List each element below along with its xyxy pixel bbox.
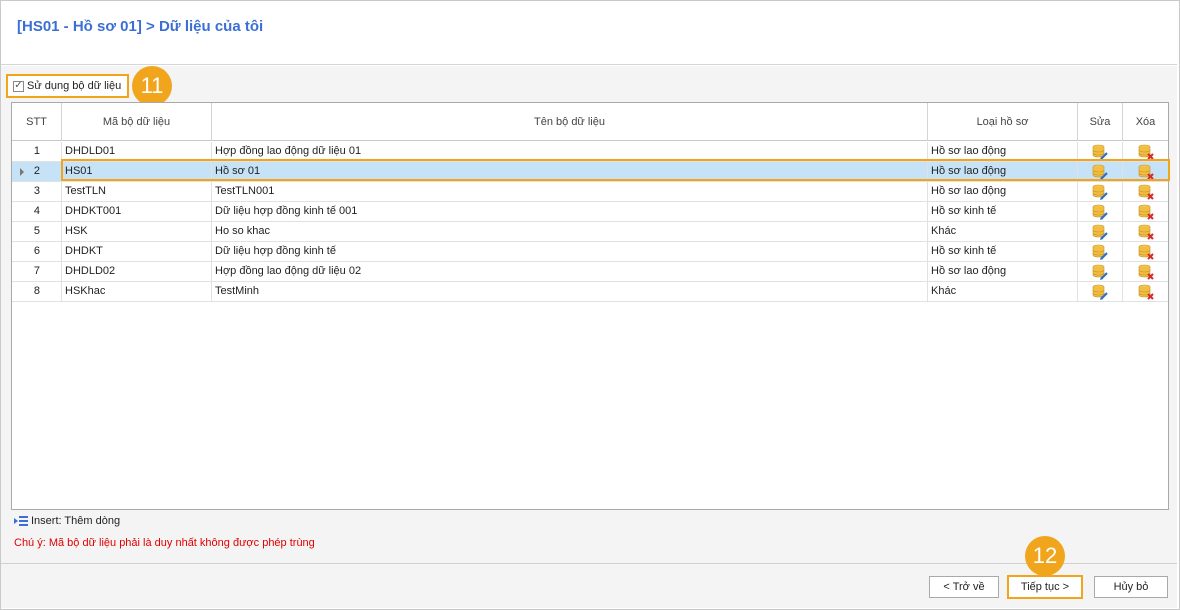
column-header-code[interactable]: Mã bộ dữ liệu: [62, 103, 212, 141]
edit-dataset-icon[interactable]: [1078, 262, 1123, 281]
cancel-button[interactable]: Hủy bỏ: [1094, 576, 1168, 598]
cell-code[interactable]: HS01: [62, 162, 212, 181]
cell-code[interactable]: DHDLD02: [62, 262, 212, 281]
column-header-stt[interactable]: STT: [12, 103, 62, 141]
cell-type[interactable]: Khác: [928, 282, 1078, 301]
delete-dataset-icon[interactable]: [1123, 202, 1168, 221]
cell-type[interactable]: Hồ sơ kinh tế: [928, 242, 1078, 261]
cell-code[interactable]: DHDLD01: [62, 142, 212, 161]
edit-dataset-icon[interactable]: [1078, 242, 1123, 261]
delete-dataset-icon[interactable]: [1123, 282, 1168, 301]
cell-name[interactable]: Dữ liệu hợp đồng kinh tế 001: [212, 202, 928, 221]
delete-dataset-icon[interactable]: [1123, 222, 1168, 241]
edit-dataset-icon[interactable]: [1078, 162, 1123, 181]
back-button[interactable]: < Trở về: [929, 576, 999, 598]
cell-type[interactable]: Hồ sơ lao động: [928, 142, 1078, 161]
insert-hint: Insert: Thêm dòng: [14, 515, 120, 527]
cell-type[interactable]: Hồ sơ kinh tế: [928, 202, 1078, 221]
checkbox-checked-icon[interactable]: ✓: [13, 80, 24, 92]
cell-stt: 2: [12, 162, 62, 181]
edit-dataset-icon[interactable]: [1078, 222, 1123, 241]
table-row[interactable]: 4 DHDKT001 Dữ liệu hợp đồng kinh tế 001 Hồ …: [12, 202, 1168, 222]
uniqueness-note: Chú ý: Mã bộ dữ liệu phải là duy nhất kh…: [14, 537, 315, 549]
insert-row-icon: [14, 516, 28, 526]
cell-code[interactable]: DHDKT: [62, 242, 212, 261]
use-dataset-label: Sử dụng bộ dữ liệu: [27, 80, 122, 92]
cell-name[interactable]: Hợp đồng lao động dữ liệu 02: [212, 262, 928, 281]
column-header-type[interactable]: Loại hồ sơ: [928, 103, 1078, 141]
edit-dataset-icon[interactable]: [1078, 182, 1123, 201]
table-row[interactable]: 5 HSK Ho so khac Khác: [12, 222, 1168, 242]
table-row[interactable]: 6 DHDKT Dữ liệu hợp đồng kinh tế Hồ sơ kinh…: [12, 242, 1168, 262]
cell-name[interactable]: TestMinh: [212, 282, 928, 301]
cell-name[interactable]: Hợp đồng lao động dữ liệu 01: [212, 142, 928, 161]
cell-stt: 3: [12, 182, 62, 201]
cell-type[interactable]: Khác: [928, 222, 1078, 241]
edit-dataset-icon[interactable]: [1078, 202, 1123, 221]
column-header-edit[interactable]: Sửa: [1078, 103, 1123, 141]
delete-dataset-icon[interactable]: [1123, 162, 1168, 181]
cell-stt: 1: [12, 142, 62, 161]
cell-name[interactable]: Dữ liệu hợp đồng kinh tế: [212, 242, 928, 261]
cell-code[interactable]: HSKhac: [62, 282, 212, 301]
cell-code[interactable]: TestTLN: [62, 182, 212, 201]
column-header-delete[interactable]: Xóa: [1123, 103, 1168, 141]
cell-code[interactable]: HSK: [62, 222, 212, 241]
cell-name[interactable]: Hồ sơ 01: [212, 162, 928, 181]
cell-type[interactable]: Hồ sơ lao động: [928, 162, 1078, 181]
delete-dataset-icon[interactable]: [1123, 242, 1168, 261]
insert-hint-text: Insert: Thêm dòng: [31, 515, 121, 527]
edit-dataset-icon[interactable]: [1078, 142, 1123, 161]
column-header-name[interactable]: Tên bộ dữ liệu: [212, 103, 928, 141]
edit-dataset-icon[interactable]: [1078, 282, 1123, 301]
cell-type[interactable]: Hồ sơ lao động: [928, 262, 1078, 281]
cell-stt: 5: [12, 222, 62, 241]
step-badge-12: 12: [1025, 536, 1065, 576]
cell-name[interactable]: TestTLN001: [212, 182, 928, 201]
delete-dataset-icon[interactable]: [1123, 182, 1168, 201]
table-row[interactable]: 7 DHDLD02 Hợp đồng lao động dữ liệu 02 Hồ s…: [12, 262, 1168, 282]
step-badge-11: 11: [132, 66, 172, 106]
cell-code[interactable]: DHDKT001: [62, 202, 212, 221]
table-row[interactable]: 3 TestTLN TestTLN001 Hồ sơ lao động: [12, 182, 1168, 202]
delete-dataset-icon[interactable]: [1123, 142, 1168, 161]
delete-dataset-icon[interactable]: [1123, 262, 1168, 281]
dialog-header: [HS01 - Hồ sơ 01] > Dữ liệu của tôi: [1, 1, 1177, 65]
cell-stt: 8: [12, 282, 62, 301]
dialog-footer: [1, 563, 1177, 608]
grid-header: STT Mã bộ dữ liệu Tên bộ dữ liệu Loại hồ…: [12, 103, 1168, 141]
use-dataset-checkbox[interactable]: ✓ Sử dụng bộ dữ liệu: [6, 74, 129, 98]
table-row[interactable]: 2 HS01 Hồ sơ 01 Hồ sơ lao động: [12, 162, 1168, 182]
table-row[interactable]: 8 HSKhac TestMinh Khác: [12, 282, 1168, 302]
next-button[interactable]: Tiếp tục >: [1007, 575, 1083, 599]
cell-stt: 6: [12, 242, 62, 261]
page-title: [HS01 - Hồ sơ 01] > Dữ liệu của tôi: [17, 18, 264, 35]
dataset-grid: STT Mã bộ dữ liệu Tên bộ dữ liệu Loại hồ…: [11, 102, 1169, 510]
cell-stt: 7: [12, 262, 62, 281]
table-row[interactable]: 1 DHDLD01 Hợp đồng lao động dữ liệu 01 Hồ s…: [12, 142, 1168, 162]
cell-stt: 4: [12, 202, 62, 221]
cell-name[interactable]: Ho so khac: [212, 222, 928, 241]
cell-type[interactable]: Hồ sơ lao động: [928, 182, 1078, 201]
